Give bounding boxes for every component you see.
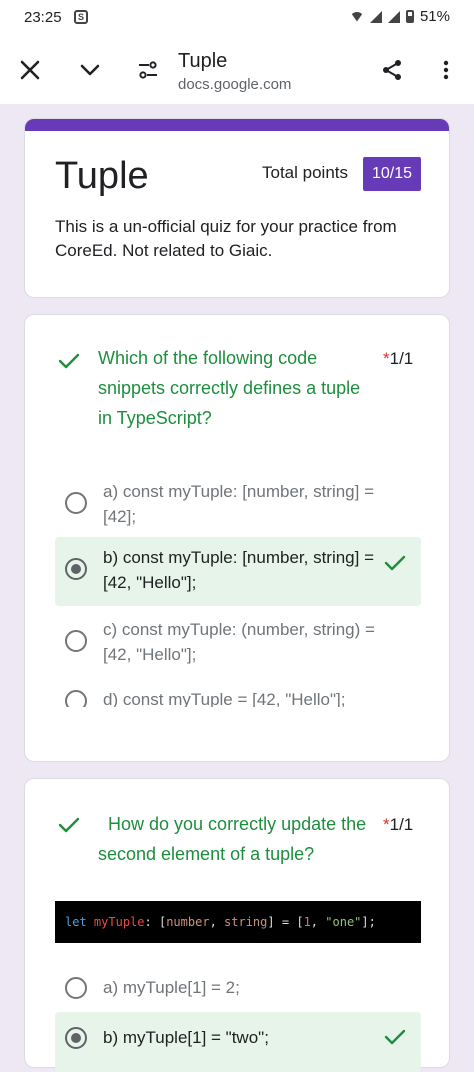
status-time: 23:25 <box>24 9 62 26</box>
code-type-number: number <box>166 915 210 929</box>
radio-button[interactable] <box>65 492 87 514</box>
code-comma: , <box>209 915 217 929</box>
radio-button[interactable] <box>65 630 87 652</box>
more-options-button[interactable] <box>432 56 460 84</box>
score-badge: 10/15 <box>363 157 421 191</box>
option-1c[interactable]: c) const myTuple: (number, string) = [42… <box>25 617 449 673</box>
question-1-text: Which of the following code snippets cor… <box>98 348 361 428</box>
code-comma: , <box>310 915 319 929</box>
radio-button-selected[interactable] <box>65 1027 87 1049</box>
code-keyword: let <box>65 915 87 929</box>
scroll-clip <box>25 707 449 727</box>
tab-title: Tuple <box>178 50 228 72</box>
code-type-string: string <box>224 915 268 929</box>
code-bracket: [ <box>296 915 304 929</box>
tune-icon <box>139 61 157 79</box>
question-card-2: How do you correctly update the second e… <box>24 778 450 1072</box>
signal-icon-2 <box>387 10 400 23</box>
question-card-1: Which of the following code snippets cor… <box>24 314 450 762</box>
notification-icon: S <box>74 10 88 24</box>
wifi-icon <box>349 11 364 22</box>
chevron-down-icon <box>80 64 100 76</box>
quiz-title: Tuple <box>55 155 149 197</box>
option-1a[interactable]: a) const myTuple: [number, string] = [42… <box>25 479 449 535</box>
option-1b[interactable]: b) const myTuple: [number, string] = [42… <box>25 545 449 601</box>
radio-button[interactable] <box>65 977 87 999</box>
battery-percent: 51% <box>419 8 450 25</box>
page-settings-button[interactable] <box>134 56 162 84</box>
close-button[interactable] <box>16 56 44 84</box>
correct-check-icon <box>58 817 80 833</box>
more-vert-icon <box>443 60 449 80</box>
code-variable: myTuple <box>93 915 145 929</box>
quiz-description: This is a un-official quiz for your prac… <box>55 217 397 260</box>
battery-icon <box>405 10 414 23</box>
correct-check-icon <box>384 555 406 571</box>
share-button[interactable] <box>378 56 406 84</box>
status-bar: 23:25 S 51% <box>0 0 474 34</box>
code-bracket: ]; <box>361 915 376 929</box>
accent-bar <box>25 119 449 131</box>
total-points-label: Total points <box>262 163 348 182</box>
required-asterisk: * <box>383 815 390 834</box>
correct-check-icon <box>58 353 80 369</box>
option-2b[interactable]: b) myTuple[1] = "two"; <box>25 1025 449 1055</box>
share-icon <box>383 60 401 80</box>
code-snippet: let myTuple: [number, string] = [1, "one… <box>55 901 421 943</box>
question-2-points: *1/1 <box>383 815 413 835</box>
close-icon <box>20 60 40 80</box>
tab-url: docs.google.com <box>178 76 292 93</box>
option-label: a) const myTuple: [number, string] = [42… <box>103 482 375 526</box>
quiz-header-card: Tuple Total points 10/15 This is a un-of… <box>24 118 450 298</box>
signal-icon <box>369 10 382 23</box>
option-label: b) const myTuple: [number, string] = [42… <box>103 548 375 592</box>
code-bracket: ] <box>267 915 275 929</box>
option-label: c) const myTuple: (number, string) = [42… <box>103 620 375 664</box>
code-number: 1 <box>303 915 311 929</box>
radio-button-selected[interactable] <box>65 558 87 580</box>
minimize-button[interactable] <box>76 56 104 84</box>
code-string: "one" <box>325 915 362 929</box>
points-value: 1/1 <box>389 349 414 368</box>
points-value: 1/1 <box>389 815 414 834</box>
code-colon: : <box>144 915 152 929</box>
question-2-text: How do you correctly update the second e… <box>98 814 367 864</box>
option-label: a) myTuple[1] = 2; <box>103 978 240 997</box>
status-icons: 51% <box>349 8 450 25</box>
browser-app-bar: Tuple docs.google.com <box>0 34 474 104</box>
question-1-points: *1/1 <box>383 349 413 369</box>
correct-check-icon <box>384 1029 406 1045</box>
code-equals: = <box>281 915 290 929</box>
option-2a[interactable]: a) myTuple[1] = 2; <box>25 975 449 1005</box>
option-label: b) myTuple[1] = "two"; <box>103 1028 269 1047</box>
required-asterisk: * <box>383 349 390 368</box>
